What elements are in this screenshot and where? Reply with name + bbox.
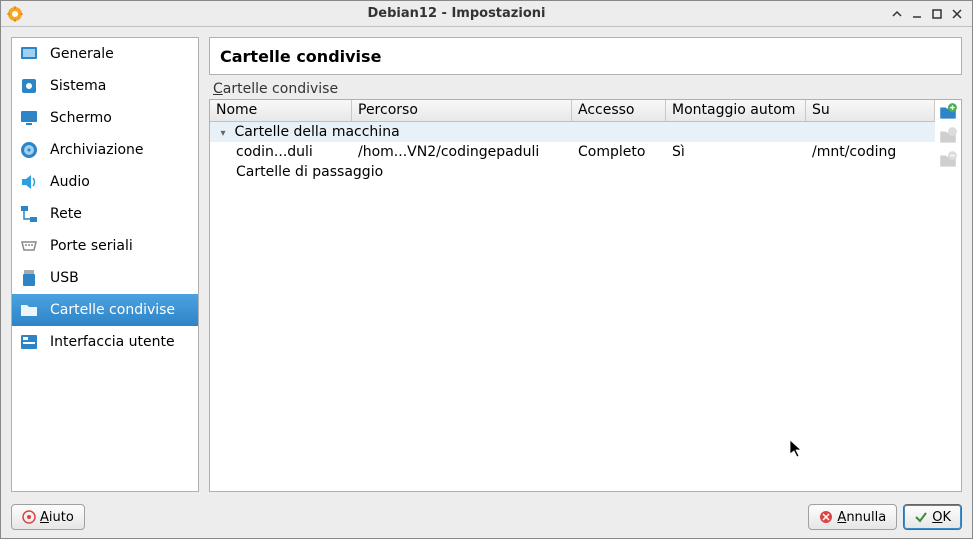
help-icon <box>22 510 36 524</box>
add-folder-button[interactable] <box>938 102 958 122</box>
settings-sidebar: Generale Sistema Schermo Archiviazione A… <box>11 37 199 492</box>
col-path[interactable]: Percorso <box>352 100 572 121</box>
sidebar-item-storage[interactable]: Archiviazione <box>12 134 198 166</box>
col-name[interactable]: Nome <box>210 100 352 121</box>
sidebar-item-ui[interactable]: Interfaccia utente <box>12 326 198 358</box>
edit-folder-button <box>938 126 958 146</box>
window-title: Debian12 - Impostazioni <box>27 6 886 21</box>
shared-folders-group: Cartelle condivise Nome Percorso Accesso… <box>209 81 962 492</box>
cell-access: Completo <box>572 144 666 160</box>
settings-window: Debian12 - Impostazioni Generale Sistema… <box>0 0 973 539</box>
group-row-machine[interactable]: ▾ Cartelle della macchina <box>210 122 935 142</box>
folder-icon <box>18 299 40 321</box>
dialog-footer: Aiuto Annulla OK <box>1 502 972 538</box>
sidebar-item-audio[interactable]: Audio <box>12 166 198 198</box>
titlebar: Debian12 - Impostazioni <box>1 1 972 27</box>
page-title: Cartelle condivise <box>220 47 381 66</box>
sidebar-item-usb[interactable]: USB <box>12 262 198 294</box>
group-transient-label: Cartelle di passaggio <box>236 164 383 180</box>
minimize-button[interactable] <box>908 5 926 23</box>
sidebar-item-label: Porte seriali <box>50 238 133 254</box>
group-row-transient[interactable]: Cartelle di passaggio <box>210 162 935 182</box>
table-row[interactable]: codin...duli /hom...VN2/codingepaduli Co… <box>210 142 935 162</box>
ok-button[interactable]: OK <box>903 504 962 530</box>
cell-at: /mnt/coding <box>806 144 935 160</box>
sidebar-item-label: Interfaccia utente <box>50 334 175 350</box>
window-body: Generale Sistema Schermo Archiviazione A… <box>1 27 972 502</box>
table-toolbar <box>935 100 961 491</box>
sidebar-item-label: Audio <box>50 174 90 190</box>
group-machine-label: Cartelle della macchina <box>234 124 399 140</box>
group-label: Cartelle condivise <box>209 81 962 99</box>
storage-icon <box>18 139 40 161</box>
sidebar-item-system[interactable]: Sistema <box>12 70 198 102</box>
sidebar-item-serial[interactable]: Porte seriali <box>12 230 198 262</box>
cancel-button[interactable]: Annulla <box>808 504 897 530</box>
sidebar-item-shared-folders[interactable]: Cartelle condivise <box>12 294 198 326</box>
remove-folder-button <box>938 150 958 170</box>
cell-path: /hom...VN2/codingepaduli <box>352 144 572 160</box>
table-header: Nome Percorso Accesso Montaggio autom Su <box>210 100 935 122</box>
audio-icon <box>18 171 40 193</box>
serial-icon <box>18 235 40 257</box>
rollup-button[interactable] <box>888 5 906 23</box>
chevron-down-icon[interactable]: ▾ <box>216 128 230 139</box>
display-icon <box>18 107 40 129</box>
sidebar-item-label: USB <box>50 270 79 286</box>
system-icon <box>18 75 40 97</box>
sidebar-item-label: Schermo <box>50 110 112 126</box>
sidebar-item-label: Generale <box>50 46 114 62</box>
help-button[interactable]: Aiuto <box>11 504 85 530</box>
main-header: Cartelle condivise <box>209 37 962 75</box>
ok-icon <box>914 510 928 524</box>
col-mount[interactable]: Montaggio autom <box>666 100 806 121</box>
network-icon <box>18 203 40 225</box>
ui-icon <box>18 331 40 353</box>
cell-name: codin...duli <box>210 144 352 160</box>
sidebar-item-label: Cartelle condivise <box>50 302 175 318</box>
app-icon <box>7 6 23 22</box>
cell-automount: Sì <box>666 144 806 160</box>
sidebar-item-display[interactable]: Schermo <box>12 102 198 134</box>
sidebar-item-label: Sistema <box>50 78 106 94</box>
col-access[interactable]: Accesso <box>572 100 666 121</box>
sidebar-item-general[interactable]: Generale <box>12 38 198 70</box>
main-panel: Cartelle condivise Cartelle condivise No… <box>209 37 962 492</box>
close-button[interactable] <box>948 5 966 23</box>
sidebar-item-label: Archiviazione <box>50 142 144 158</box>
col-at[interactable]: Su <box>806 100 935 121</box>
maximize-button[interactable] <box>928 5 946 23</box>
folders-table: Nome Percorso Accesso Montaggio autom Su… <box>210 100 935 491</box>
general-icon <box>18 43 40 65</box>
cancel-icon <box>819 510 833 524</box>
folders-table-wrap: Nome Percorso Accesso Montaggio autom Su… <box>209 99 962 492</box>
usb-icon <box>18 267 40 289</box>
sidebar-item-network[interactable]: Rete <box>12 198 198 230</box>
sidebar-item-label: Rete <box>50 206 82 222</box>
